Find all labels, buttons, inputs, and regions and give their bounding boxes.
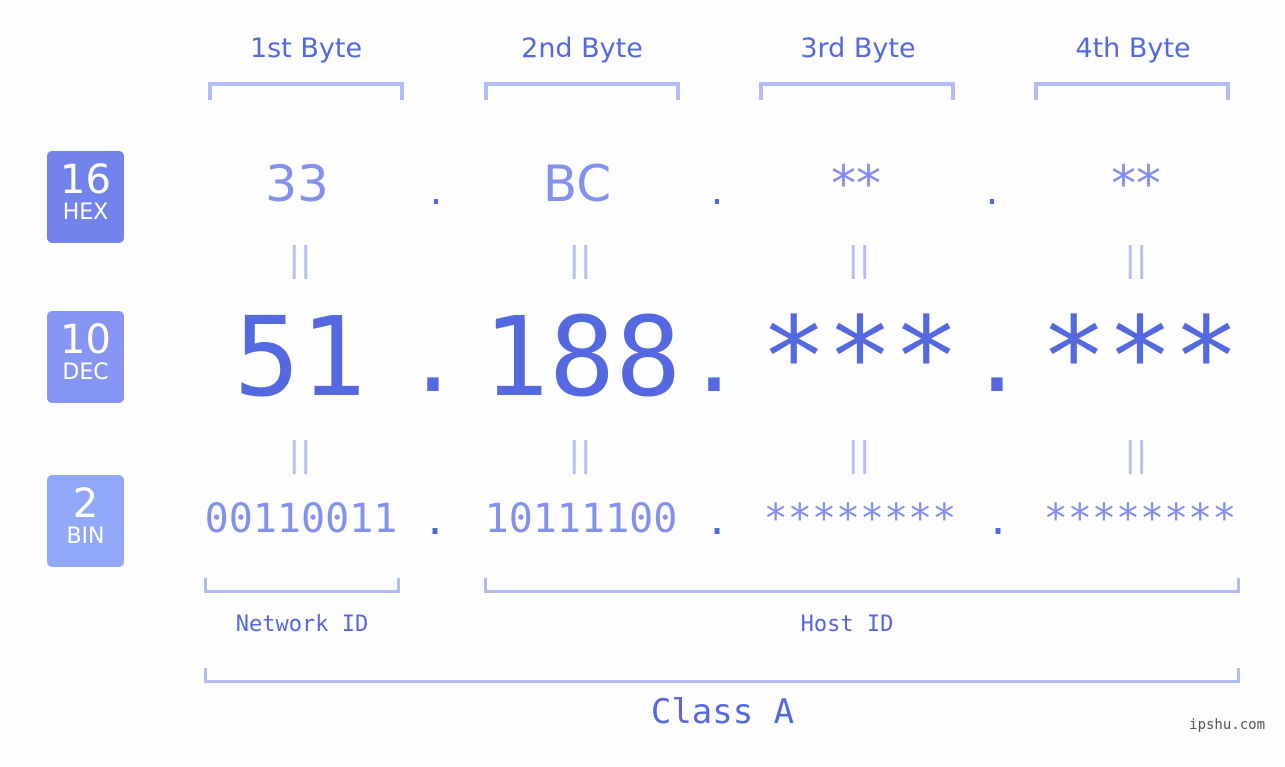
network-id-label: Network ID: [235, 612, 369, 637]
byte-bracket-4: [1034, 82, 1230, 100]
hex-dot-1: .: [429, 168, 443, 214]
hex-byte-1: 33: [265, 155, 329, 213]
dec-badge-number: 10: [60, 317, 111, 363]
equals-sign: ||: [1124, 240, 1148, 280]
byte-bracket-1: [208, 82, 404, 100]
class-label: Class A: [650, 692, 795, 732]
byte-bracket-3: [759, 82, 955, 100]
hex-byte-3: **: [831, 155, 881, 213]
equals-sign: ||: [847, 435, 871, 475]
dec-byte-3: ***: [760, 293, 960, 421]
byte-bracket-2: [484, 82, 680, 100]
byte-header-4: 4th Byte: [1075, 33, 1191, 64]
bin-byte-2: 10111100: [484, 496, 678, 542]
equals-sign: ||: [568, 435, 592, 475]
watermark: ipshu.com: [1189, 717, 1265, 733]
byte-header-2: 2nd Byte: [521, 33, 643, 64]
network-id-bracket: [204, 578, 400, 593]
bin-byte-3: ********: [763, 496, 957, 542]
equals-sign: ||: [1124, 435, 1148, 475]
dec-byte-2: 188: [482, 293, 682, 421]
bin-badge-label: BIN: [66, 524, 105, 549]
class-bracket: [204, 668, 1240, 683]
byte-header-1: 1st Byte: [249, 33, 363, 64]
bin-byte-4: ********: [1043, 496, 1237, 542]
host-id-bracket: [484, 578, 1240, 593]
host-id-label: Host ID: [800, 612, 894, 637]
dec-badge-label: DEC: [62, 360, 109, 385]
hex-dot-3: .: [985, 168, 999, 214]
equals-sign: ||: [288, 240, 312, 280]
dec-badge: 10 DEC: [47, 311, 124, 403]
bin-dot-2: .: [704, 498, 730, 544]
bin-dot-3: .: [985, 498, 1011, 544]
hex-byte-4: **: [1111, 155, 1161, 213]
bin-dot-1: .: [422, 498, 448, 544]
equals-sign: ||: [568, 240, 592, 280]
hex-byte-2: BC: [542, 155, 612, 213]
hex-badge: 16 HEX: [47, 151, 124, 243]
byte-header-3: 3rd Byte: [800, 33, 916, 64]
equals-sign: ||: [288, 435, 312, 475]
hex-dot-2: .: [710, 168, 724, 214]
bin-badge-number: 2: [72, 481, 99, 527]
dec-byte-4: ***: [1040, 293, 1240, 421]
hex-badge-label: HEX: [62, 200, 109, 225]
dec-byte-1: 51: [233, 293, 367, 421]
equals-sign: ||: [847, 240, 871, 280]
hex-badge-number: 16: [60, 157, 111, 203]
bin-byte-1: 00110011: [204, 496, 398, 542]
bin-badge: 2 BIN: [47, 475, 124, 567]
